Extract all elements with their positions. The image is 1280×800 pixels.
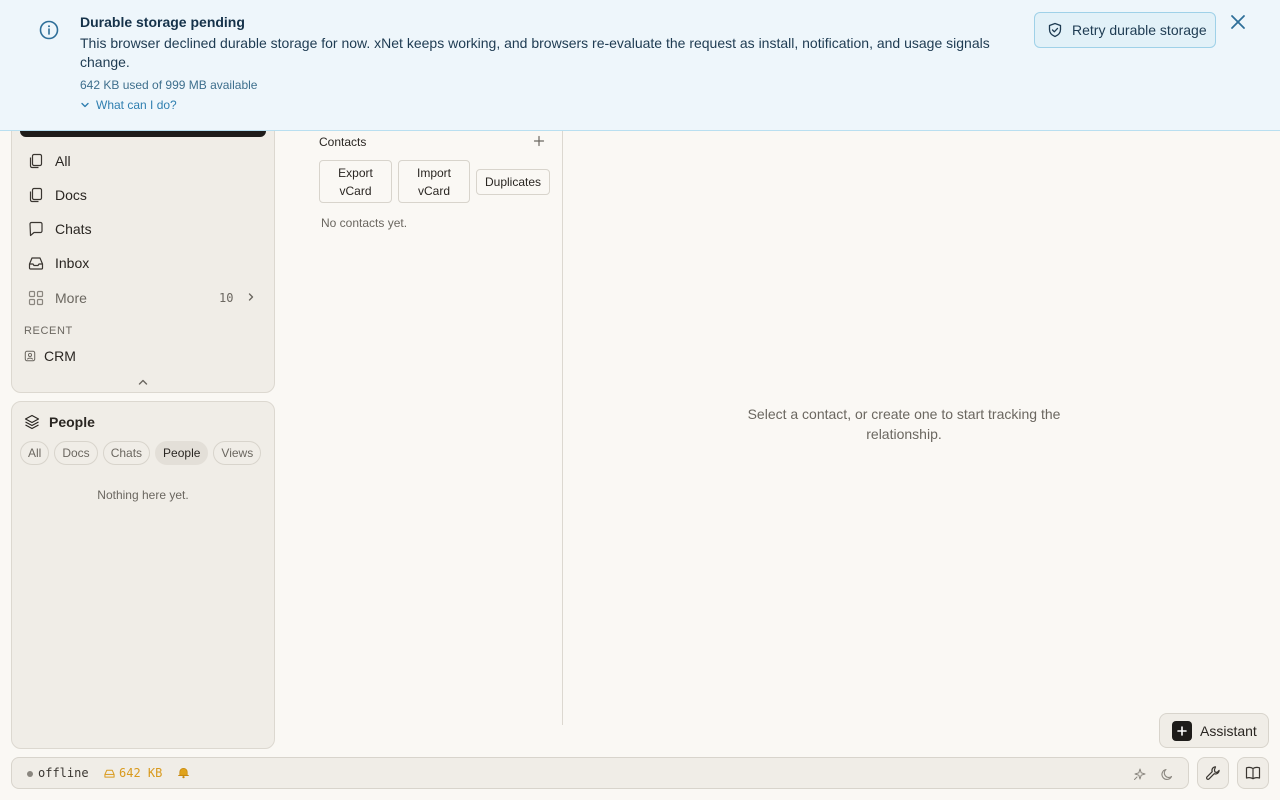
recent-item-label: CRM [44, 348, 76, 364]
sidebar-item-inbox[interactable]: Inbox [20, 247, 266, 279]
recent-item-crm[interactable]: CRM [24, 348, 76, 364]
what-can-i-do-label: What can I do? [96, 98, 177, 112]
book-open-icon [1245, 766, 1261, 780]
banner-message: This browser declined durable storage fo… [80, 35, 990, 70]
duplicates-button[interactable]: Duplicates [476, 169, 550, 195]
assistant-button[interactable]: Assistant [1159, 713, 1269, 748]
recent-section-label: RECENT [24, 325, 73, 337]
wrench-icon [1206, 766, 1220, 780]
plus-icon [1172, 720, 1192, 741]
sidebar-item-all[interactable]: All [20, 145, 266, 177]
status-bar: offline 642 KB [11, 757, 1189, 789]
bell-icon[interactable] [177, 766, 190, 779]
contact-card-icon [24, 350, 36, 362]
copy-icon [29, 187, 43, 203]
message-icon [29, 221, 43, 237]
sidebar-item-label: Docs [55, 187, 87, 203]
more-count-badge: 10 [219, 291, 234, 305]
people-panel: People All Docs Chats People Views Nothi… [11, 401, 275, 749]
contacts-title: Contacts [319, 135, 367, 149]
sidebar-item-label: Chats [55, 221, 92, 237]
layers-icon [24, 414, 40, 430]
storage-indicator[interactable]: 642 KB [104, 766, 162, 780]
sidebar-item-label: Inbox [55, 255, 90, 271]
filter-chip-chats[interactable]: Chats [102, 441, 151, 465]
banner-title: Durable storage pending [80, 14, 245, 30]
filter-chips: All Docs Chats People Views [20, 441, 262, 465]
assistant-label: Assistant [1200, 722, 1257, 739]
retry-durable-storage-button[interactable]: Retry durable storage [1034, 12, 1216, 48]
close-icon[interactable] [1228, 12, 1248, 32]
docs-button[interactable] [1237, 757, 1269, 789]
sidebar-item-more[interactable]: More 10 [20, 282, 266, 314]
sidebar-item-label: All [55, 153, 71, 169]
import-vcard-button[interactable]: Import vCard [398, 160, 470, 203]
chevron-down-icon [81, 102, 89, 108]
tools-button[interactable] [1197, 757, 1229, 789]
hard-drive-icon [104, 769, 115, 778]
filter-chip-people[interactable]: People [155, 441, 209, 465]
filter-chip-all[interactable]: All [20, 441, 50, 465]
copy-icon [29, 153, 43, 169]
chevron-up-icon[interactable] [137, 376, 149, 388]
retry-label: Retry durable storage [1072, 22, 1207, 38]
storage-banner: Durable storage pending This browser dec… [0, 0, 1280, 131]
sidebar-item-chats[interactable]: Chats [20, 213, 266, 245]
detail-empty-state: Select a contact, or create one to start… [747, 406, 1061, 442]
filter-chip-views[interactable]: Views [213, 441, 262, 465]
inbox-icon [28, 257, 44, 270]
sidebar-item-docs[interactable]: Docs [20, 179, 266, 211]
connection-status-dot [27, 771, 33, 777]
shield-check-icon [1048, 22, 1062, 38]
info-icon [39, 20, 59, 40]
connection-status-text: offline [38, 766, 89, 780]
sidebar-item-label: More [55, 290, 87, 306]
filter-chip-docs[interactable]: Docs [54, 441, 98, 465]
contacts-empty-text: No contacts yet. [321, 216, 408, 230]
storage-indicator-text: 642 KB [119, 766, 163, 780]
people-panel-header: People [24, 414, 95, 430]
people-empty-text: Nothing here yet. [97, 488, 189, 502]
people-panel-title: People [49, 414, 95, 430]
contacts-list-panel: Contacts Export vCard Import vCard Dupli… [275, 131, 563, 725]
sparkle-icon[interactable] [1133, 767, 1147, 781]
chevron-right-icon [248, 293, 254, 301]
moon-icon[interactable] [1161, 767, 1175, 781]
grid-icon [28, 290, 44, 306]
export-vcard-button[interactable]: Export vCard [319, 160, 392, 203]
add-contact-icon[interactable] [533, 135, 545, 147]
what-can-i-do-toggle[interactable]: What can I do? [80, 98, 177, 112]
storage-usage-text: 642 KB used of 999 MB available [80, 78, 258, 92]
